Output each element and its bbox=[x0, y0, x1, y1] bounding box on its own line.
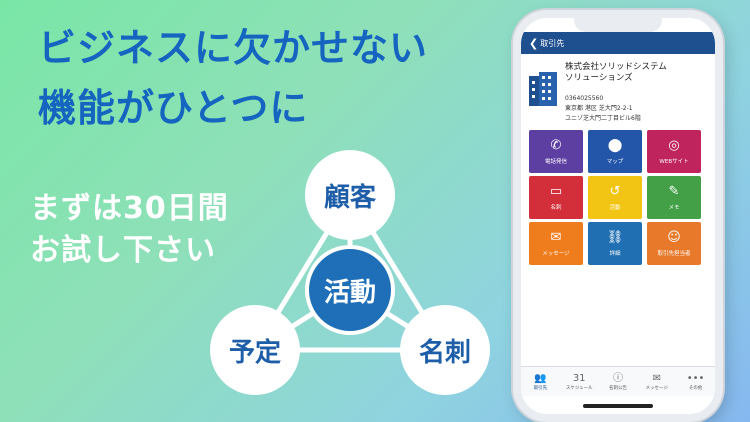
app-header: ❮ 取引先 bbox=[521, 32, 715, 54]
bottom-tab-bar: 👥 取引先 31 スケジュール ⓘ 名刺公告 ✉ メッセージ ••• その他 bbox=[521, 366, 715, 396]
tile-map-pin[interactable]: ⬤ マップ bbox=[588, 130, 642, 173]
company-address-line1: 東京都 港区 芝大門2-2-1 bbox=[565, 105, 633, 112]
tile-history[interactable]: ↺ 活動 bbox=[588, 176, 642, 219]
link-icon: ⛓ bbox=[606, 230, 624, 245]
globe-icon: ◎ bbox=[668, 138, 680, 153]
tile-label: 名刺 bbox=[550, 205, 562, 211]
tab-label: 取引先 bbox=[533, 385, 548, 391]
trial-text: まずは30日間 お試し下さい bbox=[30, 188, 229, 272]
feature-diagram: 顧客 活動 予定 名刺 bbox=[200, 150, 500, 410]
map-pin-icon: ⬤ bbox=[607, 138, 623, 153]
tile-label: 取引先担当者 bbox=[657, 251, 691, 257]
info-icon: ⓘ bbox=[612, 372, 623, 384]
company-name: 株式会社ソリッドシステム ソリューションズ bbox=[565, 62, 667, 83]
tab-more[interactable]: ••• その他 bbox=[678, 373, 714, 391]
tile-globe[interactable]: ◎ WEBサイト bbox=[647, 130, 701, 173]
diagram-node-activity: 活動 bbox=[305, 245, 395, 335]
building-icon bbox=[529, 72, 557, 106]
tab-label: メッセージ bbox=[645, 385, 668, 391]
people-icon: 👥 bbox=[534, 372, 547, 384]
tile-phone[interactable]: ✆ 電話発信 bbox=[529, 130, 583, 173]
tile-contacts[interactable]: ☺ 取引先担当者 bbox=[647, 222, 701, 265]
tile-label: WEBサイト bbox=[659, 159, 689, 165]
tile-label: 活動 bbox=[609, 205, 621, 211]
tab-label: 名刺公告 bbox=[608, 385, 627, 391]
back-chevron-icon[interactable]: ❮ bbox=[529, 37, 538, 50]
tab-label: スケジュール bbox=[565, 385, 593, 391]
business-card-icon: ▭ bbox=[549, 184, 563, 199]
tile-message[interactable]: ✉ メッセージ bbox=[529, 222, 583, 265]
company-address-line2: ユニゾ芝大門二丁目ビル6階 bbox=[565, 115, 641, 122]
headline-line1: ビジネスに欠かせない bbox=[38, 26, 429, 70]
tile-link[interactable]: ⛓ 詳細 bbox=[588, 222, 642, 265]
diagram-node-customer: 顧客 bbox=[305, 150, 395, 240]
tile-memo[interactable]: ✎ メモ bbox=[647, 176, 701, 219]
diagram-node-business-card: 名刺 bbox=[400, 305, 490, 395]
chat-icon: ✉ bbox=[652, 372, 661, 384]
headline: ビジネスに欠かせない 機能がひとつに bbox=[38, 18, 428, 138]
tile-label: 詳細 bbox=[609, 251, 621, 257]
tile-label: メモ bbox=[668, 205, 680, 211]
phone-mockup: ❮ 取引先 株式会社ソリッドシステム ソリューションズ 0364025560 東… bbox=[513, 10, 723, 422]
phone-icon: ✆ bbox=[550, 138, 562, 153]
tab-calendar[interactable]: 31 スケジュール bbox=[561, 373, 597, 391]
home-indicator bbox=[583, 404, 653, 408]
memo-icon: ✎ bbox=[668, 184, 680, 199]
calendar-icon: 31 bbox=[572, 372, 586, 384]
tab-chat[interactable]: ✉ メッセージ bbox=[639, 373, 675, 391]
trial-text-line2: お試し下さい bbox=[30, 233, 216, 268]
diagram-node-schedule: 予定 bbox=[210, 305, 300, 395]
contacts-icon: ☺ bbox=[667, 230, 681, 245]
tab-label: その他 bbox=[688, 385, 703, 391]
trial-text-line1: まずは30日間 bbox=[30, 191, 229, 226]
headline-line2: 機能がひとつに bbox=[38, 86, 309, 130]
company-info: 0364025560 東京都 港区 芝大門2-2-1 ユニゾ芝大門二丁目ビル6階 bbox=[565, 94, 715, 124]
phone-notch bbox=[574, 18, 662, 32]
message-icon: ✉ bbox=[550, 230, 562, 245]
tab-people[interactable]: 👥 取引先 bbox=[522, 373, 558, 391]
back-button[interactable]: 取引先 bbox=[540, 38, 564, 49]
history-icon: ↺ bbox=[609, 184, 621, 199]
tile-label: マップ bbox=[606, 159, 624, 165]
company-phone: 0364025560 bbox=[565, 95, 604, 102]
more-icon: ••• bbox=[686, 372, 705, 384]
tab-info[interactable]: ⓘ 名刺公告 bbox=[600, 373, 636, 391]
tile-business-card[interactable]: ▭ 名刺 bbox=[529, 176, 583, 219]
action-tiles: ✆ 電話発信 ⬤ マップ ◎ WEBサイト ▭ 名刺 ↺ 活動 ✎ メモ ✉ メッセージ ⛓ 詳細 ☺ 取引先担当… bbox=[529, 130, 709, 265]
tile-label: 電話発信 bbox=[544, 159, 567, 165]
tile-label: メッセージ bbox=[542, 251, 570, 257]
